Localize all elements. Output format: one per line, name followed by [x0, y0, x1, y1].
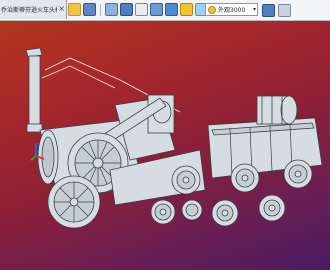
- locomotive-model[interactable]: [0, 0, 330, 270]
- water-barrel[interactable]: [256, 95, 298, 125]
- rear-driving-wheel[interactable]: [47, 175, 101, 229]
- chimney[interactable]: [25, 47, 43, 133]
- y-axis-icon: [30, 155, 37, 161]
- axis-triad: [30, 143, 45, 161]
- x-axis-icon: [35, 155, 45, 160]
- cad-viewer-window: 乔治斯蒂芬逊火车头模型3D图纸 × 外观3000 ▾: [0, 0, 330, 270]
